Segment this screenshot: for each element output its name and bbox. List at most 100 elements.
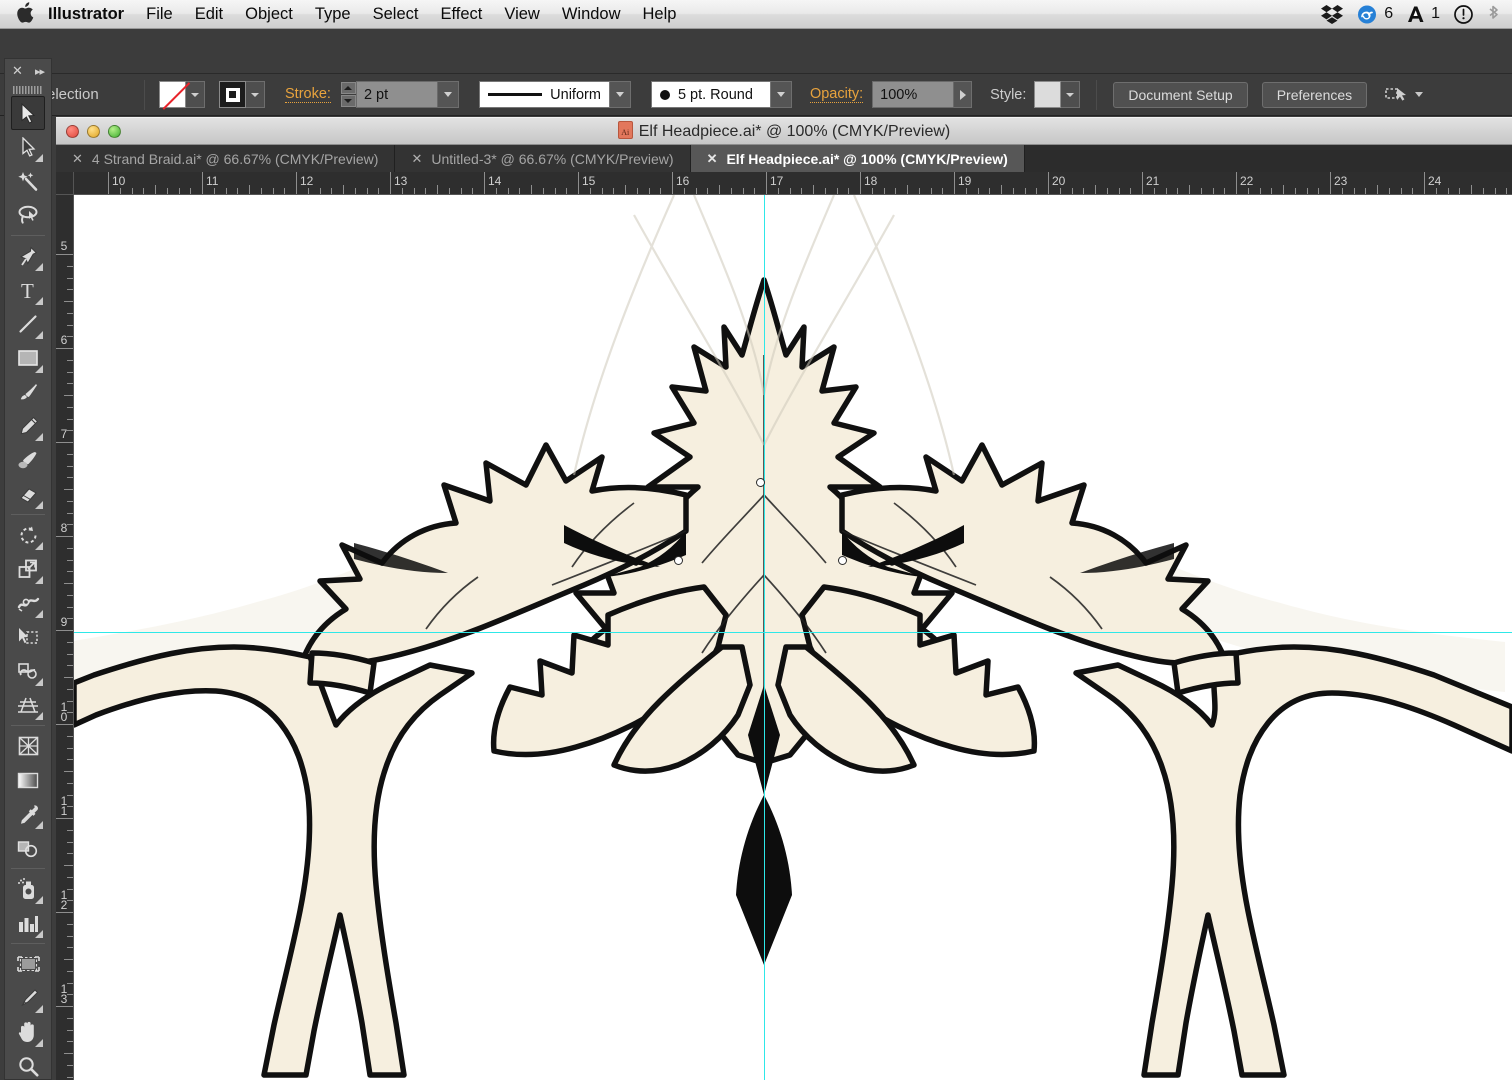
scale-tool[interactable] bbox=[11, 552, 45, 586]
opacity-label[interactable]: Opacity: bbox=[810, 86, 863, 104]
stroke-dropdown-arrow[interactable] bbox=[246, 81, 265, 108]
free-transform-tool[interactable] bbox=[11, 620, 45, 654]
menu-effect[interactable]: Effect bbox=[429, 0, 493, 29]
vertical-ruler[interactable]: 5678910111213 bbox=[56, 195, 74, 1080]
width-tool[interactable] bbox=[11, 586, 45, 620]
artboard-canvas[interactable] bbox=[74, 195, 1512, 1080]
close-icon[interactable]: ✕ bbox=[411, 151, 422, 167]
menu-select[interactable]: Select bbox=[362, 0, 430, 29]
adobe-app-icon[interactable]: 1 bbox=[1406, 5, 1440, 24]
mesh-tool[interactable] bbox=[11, 729, 45, 763]
preferences-button[interactable]: Preferences bbox=[1262, 82, 1367, 108]
blob-brush-tool[interactable] bbox=[11, 443, 45, 477]
stroke-label[interactable]: Stroke: bbox=[285, 86, 331, 104]
dropbox-icon[interactable] bbox=[1321, 5, 1343, 24]
gradient-tool[interactable] bbox=[11, 763, 45, 797]
menu-view[interactable]: View bbox=[493, 0, 550, 29]
eraser-tool[interactable] bbox=[11, 477, 45, 511]
close-icon[interactable]: ✕ bbox=[72, 151, 83, 167]
artboard-tool[interactable] bbox=[11, 947, 45, 981]
shape-builder-tool[interactable] bbox=[11, 654, 45, 688]
tool-list: T bbox=[5, 96, 51, 1080]
line-segment-tool[interactable] bbox=[11, 307, 45, 341]
pencil-tool[interactable] bbox=[11, 409, 45, 443]
graphic-style-swatch-icon[interactable] bbox=[1034, 81, 1061, 108]
anchor-point[interactable] bbox=[674, 556, 683, 565]
expand-icon[interactable]: ▸▸ bbox=[35, 65, 44, 78]
ruler-minor-tick bbox=[1119, 188, 1120, 194]
stroke-weight-stepper[interactable] bbox=[341, 81, 356, 108]
pen-tool[interactable] bbox=[11, 239, 45, 273]
menu-type[interactable]: Type bbox=[304, 0, 362, 29]
align-to-selection-control[interactable] bbox=[1385, 85, 1423, 105]
tab-4-strand-braid[interactable]: ✕ 4 Strand Braid.ai* @ 66.67% (CMYK/Prev… bbox=[56, 145, 395, 172]
type-tool[interactable]: T bbox=[11, 273, 45, 307]
stroke-profile-control[interactable]: Uniform bbox=[479, 81, 631, 108]
apple-logo-icon[interactable] bbox=[16, 2, 36, 26]
illustrator-window: Illustrator File Edit Object Type Select… bbox=[0, 0, 1512, 1080]
column-graph-tool[interactable] bbox=[11, 906, 45, 940]
symbol-sprayer-tool[interactable] bbox=[11, 872, 45, 906]
tab-untitled-3[interactable]: ✕ Untitled-3* @ 66.67% (CMYK/Preview) bbox=[395, 145, 690, 172]
ruler-minor-tick bbox=[67, 1018, 73, 1019]
hand-tool[interactable] bbox=[11, 1015, 45, 1049]
eyedropper-tool[interactable] bbox=[11, 797, 45, 831]
ruler-minor-tick bbox=[67, 466, 73, 467]
opacity-input[interactable]: 100% bbox=[872, 81, 954, 108]
vertical-guide[interactable] bbox=[764, 195, 765, 1080]
ruler-minor-tick bbox=[978, 188, 979, 194]
ruler-minor-tick bbox=[801, 188, 802, 194]
anchor-point[interactable] bbox=[838, 556, 847, 565]
ruler-minor-tick bbox=[67, 947, 73, 948]
document-setup-button[interactable]: Document Setup bbox=[1113, 82, 1247, 108]
stroke-color-control[interactable] bbox=[219, 81, 265, 108]
slice-tool[interactable] bbox=[11, 981, 45, 1015]
menu-file[interactable]: File bbox=[135, 0, 184, 29]
ruler-minor-tick bbox=[64, 677, 73, 678]
fill-color-control[interactable] bbox=[159, 81, 205, 108]
creative-cloud-icon[interactable]: 6 bbox=[1356, 5, 1393, 24]
horizontal-ruler[interactable]: 101112131415161718192021222324 bbox=[74, 172, 1512, 195]
perspective-grid-tool[interactable] bbox=[11, 688, 45, 722]
lasso-tool[interactable] bbox=[11, 198, 45, 232]
graphic-style-control[interactable] bbox=[1034, 81, 1080, 108]
ruler-minor-tick bbox=[64, 959, 73, 960]
opacity-dropdown-arrow[interactable] bbox=[954, 81, 972, 108]
chevron-down-icon[interactable] bbox=[1415, 92, 1423, 97]
close-icon[interactable]: ✕ bbox=[707, 151, 718, 167]
panel-grip[interactable] bbox=[5, 83, 51, 96]
direct-selection-tool[interactable] bbox=[11, 130, 45, 164]
menu-object[interactable]: Object bbox=[234, 0, 304, 29]
ruler-major-tick bbox=[56, 912, 73, 913]
stroke-weight-input[interactable]: 2 pt bbox=[356, 81, 438, 108]
graphic-style-dropdown-arrow[interactable] bbox=[1061, 81, 1080, 108]
brush-definition-control[interactable]: 5 pt. Round bbox=[651, 81, 792, 108]
ruler-minor-tick bbox=[67, 513, 73, 514]
magic-wand-tool[interactable] bbox=[11, 164, 45, 198]
bluetooth-icon[interactable] bbox=[1487, 4, 1500, 24]
menu-illustrator[interactable]: Illustrator bbox=[36, 0, 135, 29]
menu-window[interactable]: Window bbox=[551, 0, 632, 29]
fill-swatch-none-icon[interactable] bbox=[159, 81, 186, 108]
stepper-up-icon[interactable] bbox=[341, 82, 356, 94]
close-icon[interactable]: ✕ bbox=[12, 63, 23, 79]
horizontal-guide[interactable] bbox=[74, 632, 1512, 633]
menu-help[interactable]: Help bbox=[632, 0, 688, 29]
selection-tool[interactable] bbox=[11, 96, 45, 130]
stepper-down-icon[interactable] bbox=[341, 95, 356, 107]
stroke-profile-dropdown-arrow[interactable] bbox=[610, 81, 631, 108]
menu-edit[interactable]: Edit bbox=[184, 0, 234, 29]
tab-elf-headpiece[interactable]: ✕ Elf Headpiece.ai* @ 100% (CMYK/Preview… bbox=[691, 145, 1025, 172]
menu-bar-status-items: 6 1 bbox=[1321, 4, 1512, 25]
rotate-tool[interactable] bbox=[11, 518, 45, 552]
rectangle-tool[interactable] bbox=[11, 341, 45, 375]
brush-dropdown-arrow[interactable] bbox=[771, 81, 792, 108]
clock-alert-icon[interactable] bbox=[1453, 4, 1474, 25]
anchor-point[interactable] bbox=[756, 478, 765, 487]
stroke-weight-dropdown-arrow[interactable] bbox=[438, 81, 459, 108]
ruler-origin-corner[interactable] bbox=[56, 172, 74, 195]
zoom-tool[interactable] bbox=[11, 1049, 45, 1080]
blend-tool[interactable] bbox=[11, 831, 45, 865]
stroke-swatch-icon[interactable] bbox=[219, 81, 246, 108]
paintbrush-tool[interactable] bbox=[11, 375, 45, 409]
